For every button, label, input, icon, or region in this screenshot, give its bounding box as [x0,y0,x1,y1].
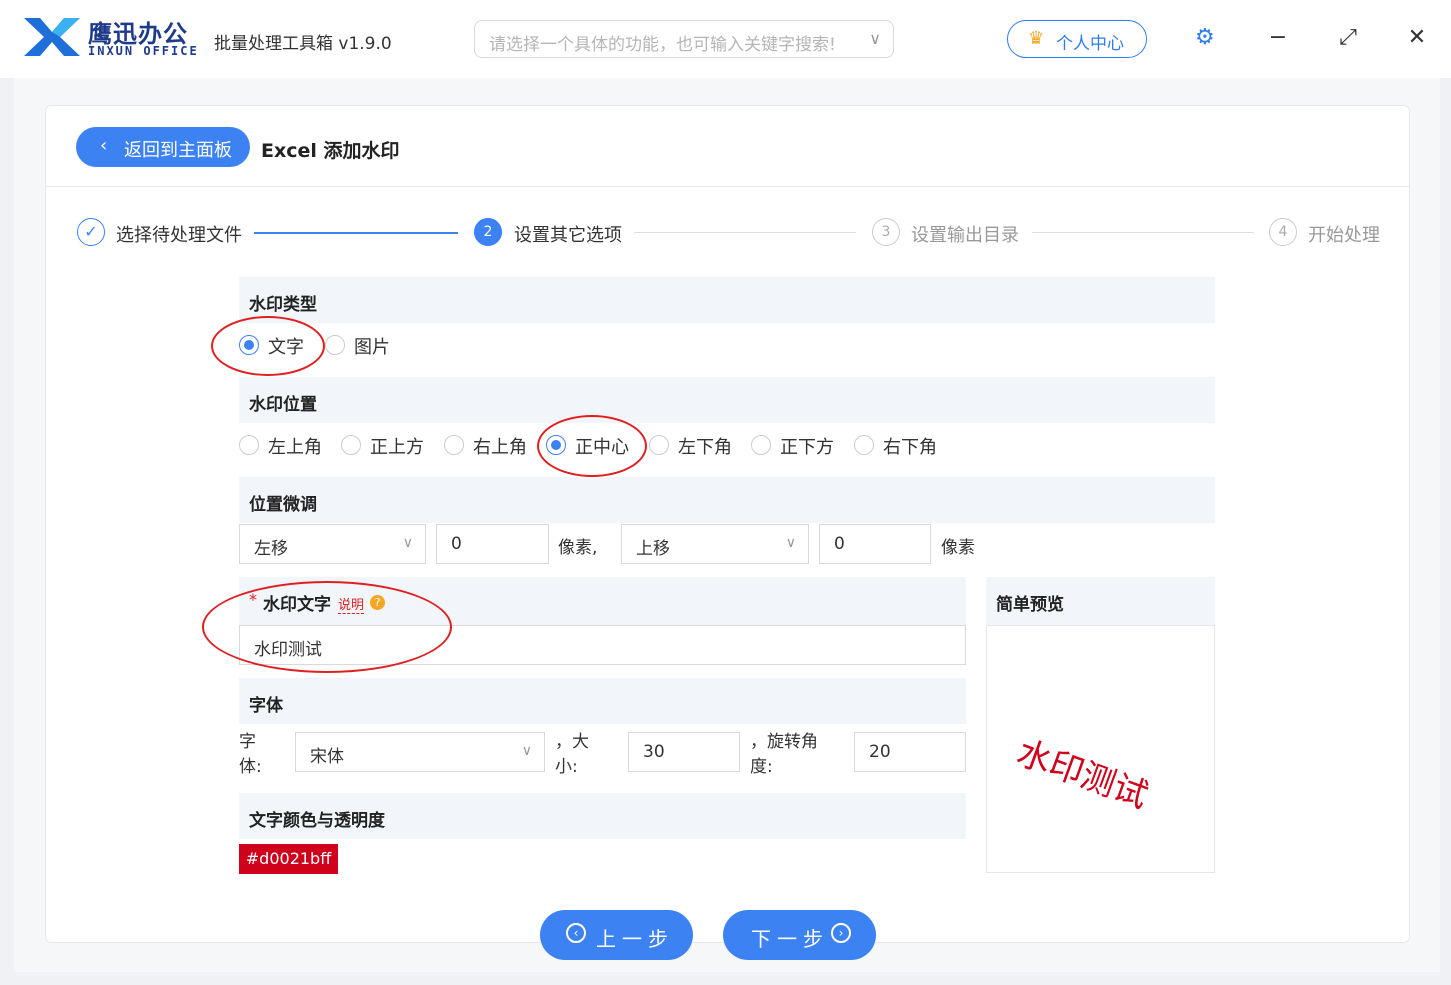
chevron-down-icon: ∨ [521,743,532,759]
vertical-offset-input[interactable]: 0 [819,524,931,564]
pixel-unit-label: 像素, [558,538,598,558]
position-label[interactable]: 右下角 [883,433,937,459]
step-3-label: 设置输出目录 [911,225,1019,246]
back-button-label: 返回到主面板 [124,140,232,161]
color-section: 文字颜色与透明度 [239,793,966,839]
step-connector [1032,232,1254,233]
position-label[interactable]: 正下方 [780,433,834,459]
next-step-button[interactable]: 下一步 › [723,910,876,960]
step-3-number: 3 [872,218,900,246]
font-size-value: 30 [643,742,665,762]
chevron-down-icon: ∨ [402,535,413,551]
highlight-circle [202,581,452,673]
font-section: 字体 [239,678,966,724]
header-divider [46,186,1409,187]
next-step-label: 下一步 [751,927,829,951]
rotation-value: 20 [869,742,891,762]
page-title: Excel 添加水印 [261,140,400,162]
gear-icon[interactable]: ⚙ [1195,26,1219,50]
font-family-select[interactable]: 宋体 ∨ [295,732,545,772]
position-label[interactable]: 左下角 [678,433,732,459]
position-label[interactable]: 正上方 [370,433,424,459]
position-label[interactable]: 右上角 [473,433,527,459]
horizontal-offset-input[interactable]: 0 [436,524,549,564]
radio-top-right[interactable] [444,435,464,455]
chevron-down-icon[interactable]: ∨ [869,29,881,48]
radio-bottom-right[interactable] [854,435,874,455]
watermark-position-section: 水印位置 [239,377,1215,423]
step-connector [634,232,856,233]
user-center-label: 个人中心 [1056,34,1124,54]
highlight-circle [537,415,647,477]
step-connector [254,232,458,234]
vertical-direction-select[interactable]: 上移 ∨ [621,524,809,564]
inxun-logo-icon [24,18,80,56]
preview-section: 简单预览 [986,577,1215,625]
back-to-dashboard-button[interactable]: ‹ 返回到主面板 [76,127,250,167]
radio-image-label[interactable]: 图片 [354,333,390,359]
watermark-position-title: 水印位置 [249,395,317,415]
color-title: 文字颜色与透明度 [249,811,385,831]
chevron-left-circle-icon: ‹ [566,923,586,943]
radio-top-center[interactable] [341,435,361,455]
maximize-button[interactable]: ⤢ [1334,24,1362,52]
vertical-direction-value: 上移 [636,539,670,559]
position-label[interactable]: 左上角 [268,433,322,459]
step-1-label: 选择待处理文件 [116,225,242,246]
highlight-circle [211,316,325,376]
step-4-number: 4 [1269,218,1297,246]
vertical-offset-value: 0 [834,534,845,554]
rotation-label: ，旋转角度: [750,732,818,777]
chevron-down-icon: ∨ [785,535,796,551]
minimize-button[interactable]: − [1264,24,1292,52]
watermark-type-title: 水印类型 [249,295,317,315]
horizontal-direction-select[interactable]: 左移 ∨ [239,524,426,564]
step-4-label: 开始处理 [1308,225,1380,246]
fine-tune-title: 位置微调 [249,495,317,515]
horizontal-direction-value: 左移 [254,539,288,559]
function-search-input[interactable]: 请选择一个具体的功能，也可输入关键字搜索! ∨ [474,20,894,58]
font-title: 字体 [249,696,283,716]
title-bar: 鹰迅办公 INXUN OFFICE 批量处理工具箱 v1.9.0 请选择一个具体… [0,0,1451,78]
radio-bottom-center[interactable] [751,435,771,455]
search-placeholder: 请选择一个具体的功能，也可输入关键字搜索! [489,35,836,55]
close-button[interactable]: ✕ [1403,24,1431,52]
user-center-button[interactable]: ♛ 个人中心 [1007,20,1147,58]
crown-icon: ♛ [1028,28,1045,49]
preview-title: 简单预览 [996,595,1064,615]
brand-name-en: INXUN OFFICE [88,44,199,58]
rotation-input[interactable]: 20 [854,732,966,772]
previous-step-label: 上一步 [596,927,674,951]
font-size-input[interactable]: 30 [628,732,740,772]
app-title: 批量处理工具箱 v1.9.0 [214,34,392,54]
font-size-label: ，大小: [555,732,589,777]
font-family-value: 宋体 [310,747,344,767]
color-picker-button[interactable]: #d0021bff [239,844,338,874]
step-2-number: 2 [474,218,502,246]
watermark-type-section: 水印类型 [239,277,1215,323]
chevron-left-icon: ‹ [100,135,108,156]
step-1-check-icon: ✓ [77,218,105,246]
radio-top-left[interactable] [239,435,259,455]
radio-bottom-left[interactable] [649,435,669,455]
pixel-unit-label: 像素 [941,538,975,558]
chevron-right-circle-icon: › [831,923,851,943]
font-family-label: 字体: [239,732,262,777]
step-2-label: 设置其它选项 [514,225,622,246]
radio-image-type[interactable] [325,335,345,355]
previous-step-button[interactable]: ‹ 上一步 [540,910,693,960]
horizontal-offset-value: 0 [451,534,462,554]
fine-tune-section: 位置微调 [239,477,1215,523]
